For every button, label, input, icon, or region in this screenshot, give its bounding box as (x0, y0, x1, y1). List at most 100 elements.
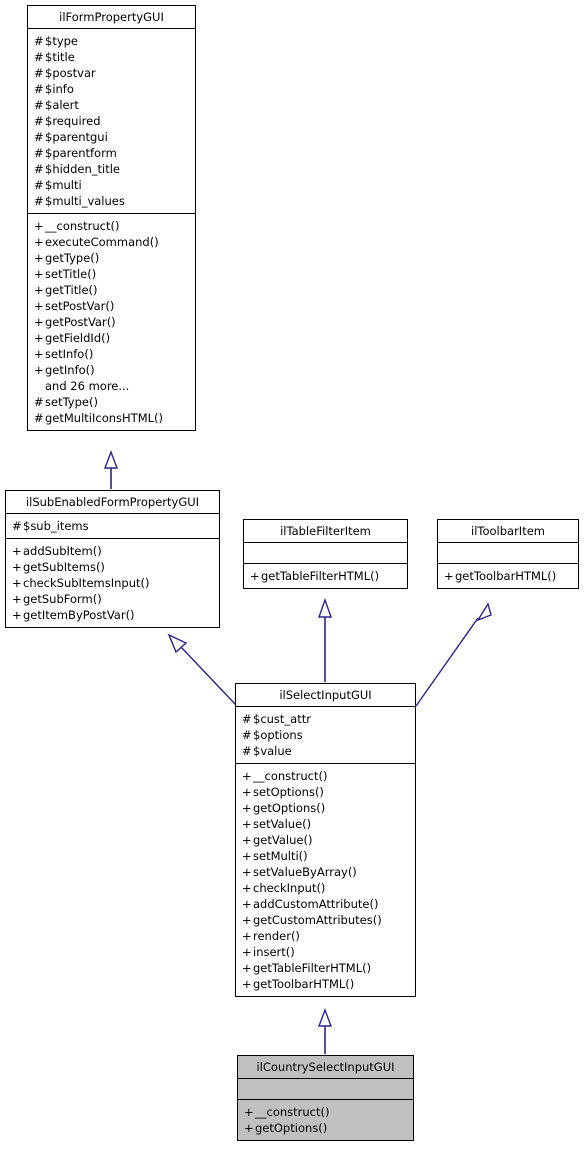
method-row: +setPostVar() (34, 298, 190, 314)
visibility-marker: + (242, 849, 252, 863)
visibility-marker: + (242, 801, 252, 815)
visibility-marker: + (34, 267, 44, 281)
method-row: +getToolbarHTML() (444, 568, 573, 584)
method-row: +getOptions() (242, 800, 410, 816)
edge-countryselect-to-selectinput (317, 1008, 333, 1054)
method-row: +getTableFilterHTML() (242, 960, 410, 976)
visibility-marker: + (242, 833, 252, 847)
class-box-ilsubenabledformpropertygui[interactable]: ilSubEnabledFormPropertyGUI #$sub_items … (5, 490, 220, 628)
class-title: ilTableFilterItem (280, 524, 371, 538)
class-box-iltoolbaritem[interactable]: ilToolbarItem +getToolbarHTML() (437, 519, 579, 589)
edge-selectinput-to-tablefilteritem (318, 597, 332, 682)
class-box-ilcountryselectinputgui[interactable]: ilCountrySelectInputGUI +__construct() +… (237, 1055, 414, 1141)
method-row: +getValue() (242, 832, 410, 848)
visibility-marker: + (242, 977, 252, 991)
visibility-marker: # (34, 411, 44, 425)
method-label: setTitle() (45, 267, 97, 281)
visibility-marker: + (12, 544, 22, 558)
attribute-label: $multi (45, 178, 82, 192)
method-label: insert() (253, 945, 295, 959)
class-box-iltablefilteritem[interactable]: ilTableFilterItem +getTableFilterHTML() (243, 519, 408, 589)
uml-class-diagram: ilFormPropertyGUI #$type #$title #$postv… (0, 0, 584, 1157)
attribute-row: #$alert (34, 97, 190, 113)
visibility-marker: + (34, 219, 44, 233)
method-label: checkSubItemsInput() (23, 576, 150, 590)
visibility-marker: + (34, 235, 44, 249)
edge-selectinput-to-toolbaritem (415, 602, 492, 707)
methods-compartment: +__construct() +executeCommand() +getTyp… (28, 214, 195, 430)
methods-compartment: +addSubItem() +getSubItems() +checkSubIt… (6, 539, 219, 627)
attribute-row: #$parentform (34, 145, 190, 161)
method-label: getOptions() (253, 801, 326, 815)
visibility-marker: + (12, 592, 22, 606)
attributes-compartment: #$sub_items (6, 514, 219, 538)
method-label: setInfo() (45, 347, 94, 361)
more-members-note: and 26 more... (34, 378, 190, 394)
method-label: getOptions() (255, 1121, 328, 1135)
method-label: __construct() (45, 219, 120, 233)
visibility-marker: + (242, 769, 252, 783)
class-title: ilToolbarItem (471, 524, 545, 538)
method-row: +setInfo() (34, 346, 190, 362)
method-label: getTableFilterHTML() (253, 961, 372, 975)
method-row: +setValue() (242, 816, 410, 832)
visibility-marker: # (34, 162, 44, 176)
method-label: __construct() (253, 769, 328, 783)
visibility-marker: + (242, 897, 252, 911)
method-row: +getOptions() (244, 1120, 408, 1136)
visibility-marker: + (242, 881, 252, 895)
visibility-marker: # (34, 82, 44, 96)
method-label: getValue() (253, 833, 313, 847)
class-box-ilformpropertygui[interactable]: ilFormPropertyGUI #$type #$title #$postv… (27, 5, 196, 431)
methods-compartment: +__construct() +getOptions() (238, 1100, 413, 1140)
method-label: getToolbarHTML() (253, 977, 355, 991)
visibility-marker: + (12, 576, 22, 590)
visibility-marker: # (34, 130, 44, 144)
method-label: getSubItems() (23, 560, 105, 574)
visibility-marker: + (34, 283, 44, 297)
attribute-label: $info (45, 82, 74, 96)
methods-compartment: +getToolbarHTML() (438, 564, 578, 588)
method-label: addSubItem() (23, 544, 102, 558)
attribute-label: $parentform (45, 146, 117, 160)
visibility-marker: # (34, 194, 44, 208)
method-label: setValueByArray() (253, 865, 357, 879)
method-label: getTitle() (45, 283, 98, 297)
visibility-marker: # (34, 98, 44, 112)
method-row: +getTableFilterHTML() (250, 568, 402, 584)
method-row: +getItemByPostVar() (12, 607, 214, 623)
attribute-label: $value (253, 744, 292, 758)
visibility-marker: + (34, 251, 44, 265)
visibility-marker: + (242, 913, 252, 927)
visibility-marker: + (242, 929, 252, 943)
attribute-label: $alert (45, 98, 79, 112)
method-row: +getToolbarHTML() (242, 976, 410, 992)
method-label: getMultiIconsHTML() (45, 411, 163, 425)
visibility-marker: # (242, 728, 252, 742)
attributes-compartment: #$cust_attr #$options #$value (236, 707, 415, 763)
class-box-ilselectinputgui[interactable]: ilSelectInputGUI #$cust_attr #$options #… (235, 683, 416, 997)
method-row: +__construct() (242, 768, 410, 784)
method-label: setOptions() (253, 785, 324, 799)
method-label: setType() (45, 395, 98, 409)
attributes-compartment (438, 543, 578, 563)
attribute-label: $sub_items (23, 519, 89, 533)
attribute-label: $cust_attr (253, 712, 311, 726)
method-row: +getTitle() (34, 282, 190, 298)
visibility-marker: # (242, 744, 252, 758)
method-row: +getInfo() (34, 362, 190, 378)
attribute-row: #$multi_values (34, 193, 190, 209)
visibility-marker: + (12, 560, 22, 574)
attribute-row: #$required (34, 113, 190, 129)
method-row: +getSubForm() (12, 591, 214, 607)
method-label: getItemByPostVar() (23, 608, 135, 622)
visibility-marker: + (242, 961, 252, 975)
method-label: render() (253, 929, 300, 943)
method-row: +getCustomAttributes() (242, 912, 410, 928)
visibility-marker: + (242, 865, 252, 879)
attribute-row: #$options (242, 727, 410, 743)
more-members-label: and 26 more... (45, 379, 130, 393)
method-row: +getPostVar() (34, 314, 190, 330)
method-label: getCustomAttributes() (253, 913, 382, 927)
class-title: ilSelectInputGUI (279, 688, 372, 702)
